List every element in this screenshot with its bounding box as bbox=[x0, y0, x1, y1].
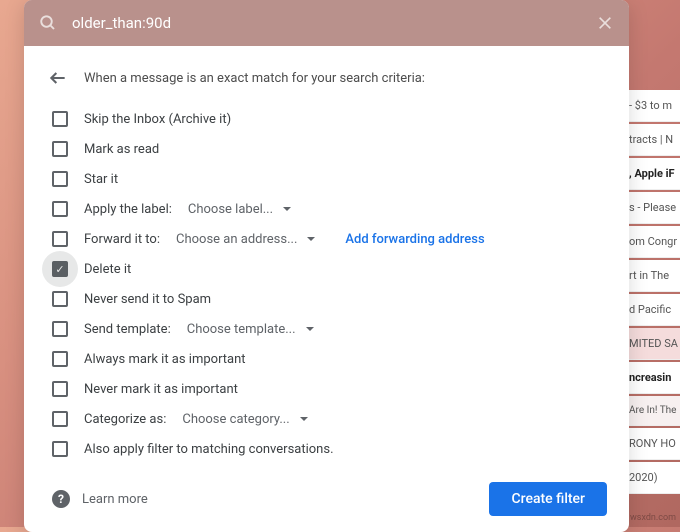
bg-snippet: s - Please bbox=[625, 192, 680, 224]
option-always-important: Always mark it as important bbox=[46, 344, 607, 374]
add-forwarding-link[interactable]: Add forwarding address bbox=[345, 232, 484, 247]
label-apply-label: Apply the label: bbox=[84, 202, 172, 217]
filter-dialog: When a message is an exact match for you… bbox=[24, 0, 629, 532]
option-categorize: Categorize as: Choose category... bbox=[46, 404, 607, 434]
option-skip-inbox: Skip the Inbox (Archive it) bbox=[46, 104, 607, 134]
label-never-spam: Never send it to Spam bbox=[84, 292, 211, 307]
chevron-down-icon bbox=[283, 207, 291, 211]
checkbox-never-spam[interactable] bbox=[52, 291, 68, 307]
dialog-footer: ? Learn more Create filter bbox=[46, 464, 607, 516]
create-filter-button[interactable]: Create filter bbox=[489, 482, 607, 516]
label-never-important: Never mark it as important bbox=[84, 382, 238, 397]
bg-snippet: ncreasin bbox=[625, 362, 680, 394]
label-categorize: Categorize as: bbox=[84, 412, 166, 427]
background-email-list: - $3 to m tracts | N , Apple iF s - Plea… bbox=[625, 90, 680, 494]
option-never-important: Never mark it as important bbox=[46, 374, 607, 404]
select-send-template[interactable]: Choose template... bbox=[187, 322, 314, 337]
checkbox-star[interactable] bbox=[52, 171, 68, 187]
checkbox-forward[interactable] bbox=[52, 231, 68, 247]
checkbox-delete[interactable]: ✓ bbox=[52, 261, 68, 277]
option-never-spam: Never send it to Spam bbox=[46, 284, 607, 314]
bg-snippet: - $3 to m bbox=[625, 90, 680, 122]
option-delete: ✓ Delete it bbox=[46, 254, 607, 284]
search-bar bbox=[24, 0, 629, 46]
search-input[interactable] bbox=[58, 14, 595, 32]
checkbox-also-apply[interactable] bbox=[52, 441, 68, 457]
learn-more-label: Learn more bbox=[82, 492, 148, 507]
chevron-down-icon bbox=[306, 327, 314, 331]
bg-snippet: 2020) bbox=[625, 462, 680, 494]
select-forward-address[interactable]: Choose an address... bbox=[176, 232, 315, 247]
label-forward: Forward it to: bbox=[84, 232, 160, 247]
label-delete: Delete it bbox=[84, 262, 131, 277]
dialog-header-text: When a message is an exact match for you… bbox=[84, 71, 425, 86]
filter-options: Skip the Inbox (Archive it) Mark as read… bbox=[46, 104, 607, 464]
close-icon[interactable] bbox=[595, 13, 615, 33]
bg-snippet: d Pacific bbox=[625, 294, 680, 326]
bg-snippet: RONY HO bbox=[625, 428, 680, 460]
label-send-template: Send template: bbox=[84, 322, 171, 337]
help-icon: ? bbox=[52, 490, 70, 508]
chevron-down-icon bbox=[300, 417, 308, 421]
label-skip-inbox: Skip the Inbox (Archive it) bbox=[84, 112, 231, 127]
chevron-down-icon bbox=[307, 237, 315, 241]
label-always-important: Always mark it as important bbox=[84, 352, 246, 367]
checkbox-send-template[interactable] bbox=[52, 321, 68, 337]
checkbox-categorize[interactable] bbox=[52, 411, 68, 427]
bg-snippet: om Congr bbox=[625, 226, 680, 258]
select-categorize[interactable]: Choose category... bbox=[182, 412, 307, 427]
option-also-apply: Also apply filter to matching conversati… bbox=[46, 434, 607, 464]
search-icon bbox=[38, 13, 58, 33]
label-mark-read: Mark as read bbox=[84, 142, 159, 157]
label-star: Star it bbox=[84, 172, 118, 187]
option-star: Star it bbox=[46, 164, 607, 194]
label-also-apply: Also apply filter to matching conversati… bbox=[84, 442, 334, 457]
watermark: wsxdn.com bbox=[630, 513, 676, 523]
learn-more-link[interactable]: ? Learn more bbox=[52, 490, 148, 508]
back-button[interactable] bbox=[46, 66, 70, 90]
bg-snippet: rt in The bbox=[625, 260, 680, 292]
checkbox-always-important[interactable] bbox=[52, 351, 68, 367]
bg-snippet: MITED SA bbox=[625, 328, 680, 360]
bg-snippet: , Apple iF bbox=[625, 158, 680, 190]
bg-snippet: Are In! The bbox=[625, 396, 680, 426]
checkmark-icon: ✓ bbox=[55, 264, 64, 275]
option-mark-read: Mark as read bbox=[46, 134, 607, 164]
bg-snippet: tracts | N bbox=[625, 124, 680, 156]
select-apply-label[interactable]: Choose label... bbox=[188, 202, 291, 217]
checkbox-apply-label[interactable] bbox=[52, 201, 68, 217]
checkbox-mark-read[interactable] bbox=[52, 141, 68, 157]
checkbox-skip-inbox[interactable] bbox=[52, 111, 68, 127]
option-send-template: Send template: Choose template... bbox=[46, 314, 607, 344]
option-apply-label: Apply the label: Choose label... bbox=[46, 194, 607, 224]
checkbox-never-important[interactable] bbox=[52, 381, 68, 397]
dialog-header-row: When a message is an exact match for you… bbox=[46, 60, 607, 104]
option-forward: Forward it to: Choose an address... Add … bbox=[46, 224, 607, 254]
